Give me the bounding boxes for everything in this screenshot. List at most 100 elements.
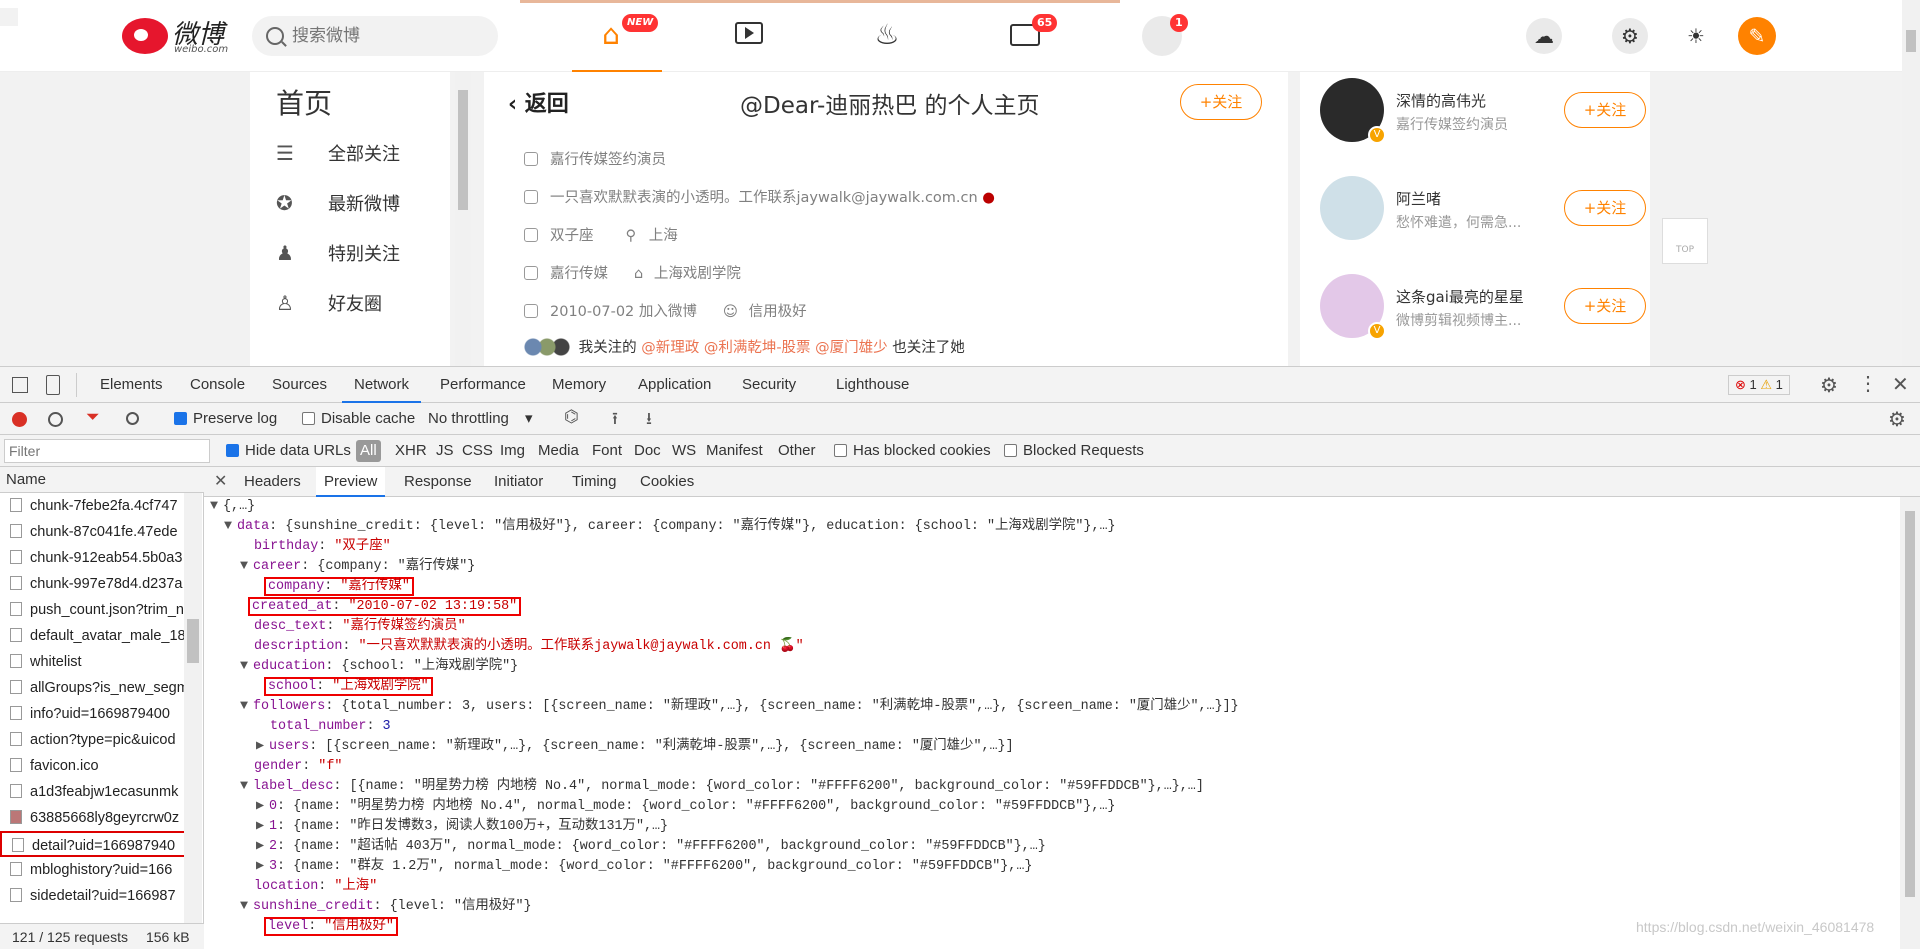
request-row[interactable]: chunk-912eab54.5b0a3 xyxy=(0,545,186,571)
import-har-icon[interactable]: ⭱ xyxy=(612,406,618,435)
request-row[interactable]: whitelist xyxy=(0,649,186,675)
record-icon[interactable] xyxy=(12,412,27,427)
tab-application[interactable]: Application xyxy=(626,367,723,403)
has-blocked-cookies-checkbox[interactable]: Has blocked cookies xyxy=(834,435,991,467)
json-node-followers[interactable]: ▼ followers: {total_number: 3, users: [{s… xyxy=(240,697,1239,717)
tab-elements[interactable]: Elements xyxy=(88,367,175,403)
type-filter-xhr[interactable]: XHR xyxy=(395,435,427,467)
follow-button[interactable]: +关注 xyxy=(1180,84,1262,120)
game-icon[interactable]: ☁ xyxy=(1526,18,1562,54)
request-row-selected[interactable]: detail?uid=166987940 xyxy=(0,831,186,857)
sidebar-item-latest[interactable]: ✪ 最新微博 xyxy=(276,182,446,222)
gear-icon[interactable]: ⚙ xyxy=(1888,407,1906,432)
network-conditions-icon[interactable]: ⌬ xyxy=(564,407,579,427)
nav-messages[interactable]: 65 xyxy=(998,14,1058,58)
request-row[interactable]: sidedetail?uid=166987 xyxy=(0,883,186,909)
json-root[interactable]: ▼ {,…} xyxy=(210,497,255,517)
type-filter-ws[interactable]: WS xyxy=(672,435,696,467)
json-node-label-item[interactable]: ▶ 3: {name: "群友 1.2万", normal_mode: {word… xyxy=(256,857,1032,877)
json-node-career[interactable]: ▼ career: {company: "嘉行传媒"} xyxy=(240,557,475,577)
hide-data-urls-checkbox[interactable]: Hide data URLs xyxy=(226,435,351,467)
json-node-data[interactable]: ▼ data: {sunshine_credit: {level: "信用极好"}… xyxy=(224,517,1116,537)
nav-hot[interactable]: ♨ xyxy=(860,14,912,58)
back-button[interactable]: ‹ 返回 xyxy=(508,86,569,118)
tab-response[interactable]: Response xyxy=(396,467,480,497)
search-box[interactable] xyxy=(252,16,498,56)
close-icon[interactable]: ✕ xyxy=(214,471,227,491)
recommend-item[interactable]: 阿兰啫 愁怀难遣，何需急... +关注 xyxy=(1320,176,1650,256)
tab-preview[interactable]: Preview xyxy=(316,467,386,497)
export-har-icon[interactable]: ⭳ xyxy=(646,406,652,435)
tab-sources[interactable]: Sources xyxy=(260,367,339,403)
back-to-top-button[interactable]: TOP xyxy=(1662,218,1708,264)
theme-sun-icon[interactable]: ☀ xyxy=(1678,18,1714,54)
sidebar-scrollbar[interactable] xyxy=(455,72,471,366)
search-icon[interactable] xyxy=(126,412,139,425)
follow-button[interactable]: +关注 xyxy=(1564,92,1646,128)
nav-home[interactable]: ⌂ NEW xyxy=(572,14,662,73)
recommend-name[interactable]: 阿兰啫 xyxy=(1396,188,1441,209)
tab-network[interactable]: Network xyxy=(342,367,422,403)
preview-scrollbar[interactable] xyxy=(1900,497,1920,949)
tab-initiator[interactable]: Initiator xyxy=(486,467,551,497)
json-node-label-item[interactable]: ▶ 1: {name: "昨日发博数3，阅读人数100万+，互动数131万",…} xyxy=(256,817,668,837)
json-node-label-desc[interactable]: ▼ label_desc: [{name: "明星势力榜 内地榜 No.4", n… xyxy=(240,777,1204,797)
issue-counter[interactable]: ⊗ 1 ⚠ 1 xyxy=(1728,375,1790,395)
gear-icon[interactable]: ⚙ xyxy=(1820,373,1838,398)
request-row[interactable]: a1d3feabjw1ecasunmk xyxy=(0,779,186,805)
type-filter-doc[interactable]: Doc xyxy=(634,435,661,467)
more-menu-icon[interactable]: ⋮ xyxy=(1858,371,1878,396)
type-filter-other[interactable]: Other xyxy=(778,435,816,467)
json-node-label-item[interactable]: ▶ 0: {name: "明星势力榜 内地榜 No.4", normal_mode… xyxy=(256,797,1115,817)
request-row[interactable]: default_avatar_male_18 xyxy=(0,623,186,649)
tab-security[interactable]: Security xyxy=(730,367,808,403)
search-input[interactable] xyxy=(292,16,492,56)
sidebar-item-all-follows[interactable]: ☰ 全部关注 xyxy=(276,132,446,172)
request-row[interactable]: 63885668ly8geyrcrw0z xyxy=(0,805,186,831)
mutual-user-link[interactable]: @厦门雄少 xyxy=(815,340,888,356)
blocked-requests-checkbox[interactable]: Blocked Requests xyxy=(1004,435,1144,467)
inspect-icon[interactable] xyxy=(12,377,28,393)
recommend-name[interactable]: 这条gai最亮的星星 xyxy=(1396,286,1524,307)
mutual-user-link[interactable]: @利满乾坤-股票 xyxy=(704,340,811,356)
tab-memory[interactable]: Memory xyxy=(540,367,618,403)
throttling-select[interactable]: No throttling ▾ xyxy=(428,403,533,435)
recommend-name[interactable]: 深情的高伟光 xyxy=(1396,90,1486,111)
request-row[interactable]: chunk-997e78d4.d237a xyxy=(0,571,186,597)
follow-button[interactable]: +关注 xyxy=(1564,190,1646,226)
request-list-scrollbar[interactable] xyxy=(184,493,202,923)
tab-cookies[interactable]: Cookies xyxy=(632,467,702,497)
tab-performance[interactable]: Performance xyxy=(428,367,538,403)
filter-input[interactable] xyxy=(4,439,210,463)
gear-icon[interactable]: ⚙ xyxy=(1612,18,1648,54)
sidebar-item-friends[interactable]: ♙ 好友圈 xyxy=(276,282,446,322)
request-row[interactable]: allGroups?is_new_segm xyxy=(0,675,186,701)
json-node-users[interactable]: ▶ users: [{screen_name: "新理政",…}, {screen… xyxy=(256,737,1014,757)
json-node-label-item[interactable]: ▶ 2: {name: "超话帖 403万", normal_mode: {wor… xyxy=(256,837,1046,857)
sidebar-item-special[interactable]: ♟ 特别关注 xyxy=(276,232,446,272)
json-node-education[interactable]: ▼ education: {school: "上海戏剧学院"} xyxy=(240,657,518,677)
type-filter-font[interactable]: Font xyxy=(592,435,622,467)
request-row[interactable]: push_count.json?trim_n xyxy=(0,597,186,623)
request-row[interactable]: chunk-7febe2fa.4cf747 xyxy=(0,493,186,519)
device-toggle-icon[interactable] xyxy=(46,375,60,395)
type-filter-css[interactable]: CSS xyxy=(462,435,493,467)
tab-timing[interactable]: Timing xyxy=(564,467,624,497)
nav-video[interactable] xyxy=(722,14,774,58)
request-row[interactable]: info?uid=1669879400 xyxy=(0,701,186,727)
recommend-item[interactable]: V 深情的高伟光 嘉行传媒签约演员 +关注 xyxy=(1320,78,1650,158)
column-header-name[interactable]: Name xyxy=(0,467,204,493)
filter-icon[interactable]: ⏷ xyxy=(86,407,100,427)
type-filter-manifest[interactable]: Manifest xyxy=(706,435,763,467)
type-filter-img[interactable]: Img xyxy=(500,435,525,467)
type-filter-js[interactable]: JS xyxy=(436,435,454,467)
tab-lighthouse[interactable]: Lighthouse xyxy=(824,367,921,403)
compose-button[interactable]: ✎ xyxy=(1738,17,1776,55)
disable-cache-checkbox[interactable]: Disable cache xyxy=(302,403,415,435)
request-row[interactable]: mbloghistory?uid=166 xyxy=(0,857,186,883)
request-row[interactable]: favicon.ico xyxy=(0,753,186,779)
request-row[interactable]: action?type=pic&uicod xyxy=(0,727,186,753)
type-filter-all[interactable]: All xyxy=(356,440,381,462)
nav-profile[interactable]: 1 xyxy=(1136,14,1188,58)
recommend-item[interactable]: V 这条gai最亮的星星 微博剪辑视频博主... +关注 xyxy=(1320,274,1650,354)
